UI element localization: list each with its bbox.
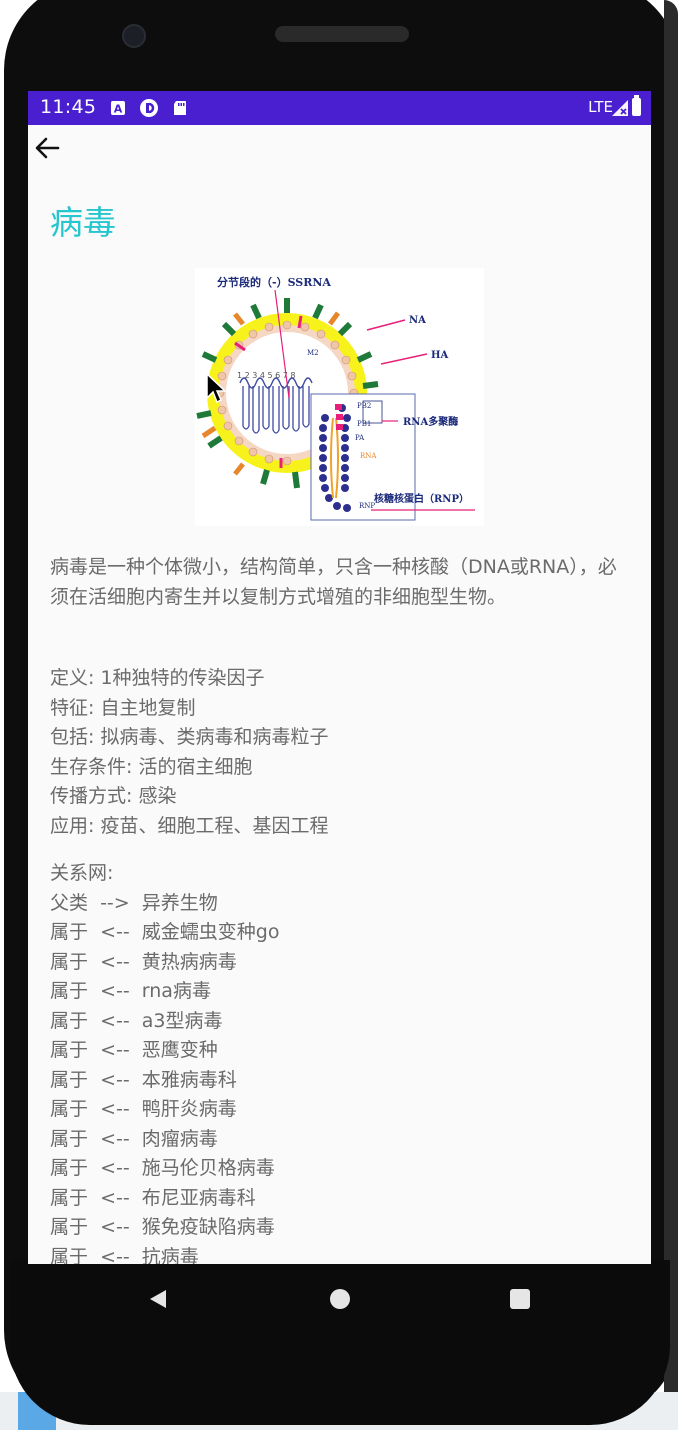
label-pb1: PB1 bbox=[357, 420, 371, 428]
arrow-back-icon bbox=[35, 137, 60, 159]
relation-item[interactable]: 属于 <-- 本雅病毒科 bbox=[50, 1066, 630, 1096]
relation-item[interactable]: 属于 <-- 肉瘤病毒 bbox=[50, 1125, 630, 1155]
virus-structure-diagram: 分节段的（-）SSRNA 1 2 3 4 5 6 7 8 PB2 PB1 PA … bbox=[195, 268, 484, 526]
mouse-pointer-icon bbox=[206, 372, 227, 404]
battery-icon bbox=[632, 95, 641, 116]
label-ha: HA bbox=[431, 350, 448, 361]
attribute-application: 应用: 疫苗、细胞工程、基因工程 bbox=[50, 814, 329, 837]
attribute-includes: 包括: 拟病毒、类病毒和病毒粒子 bbox=[50, 726, 329, 748]
data-saver-icon bbox=[140, 99, 158, 117]
label-rna: RNA bbox=[360, 452, 377, 460]
label-rna-polymerase: RNA多聚酶 bbox=[403, 415, 458, 428]
label-na: NA bbox=[409, 315, 426, 326]
network-type: LTE bbox=[588, 98, 613, 116]
description-text: 病毒是一种个体微小，结构简单，只含一种核酸（DNA或RNA），必须在活细胞内寄生… bbox=[50, 556, 617, 608]
relation-item[interactable]: 属于 <-- 布尼亚病毒科 bbox=[50, 1184, 630, 1214]
label-m2: M2 bbox=[307, 349, 319, 357]
nav-home-icon[interactable] bbox=[330, 1289, 350, 1309]
relation-item[interactable]: 属于 <-- 恶鹰变种 bbox=[50, 1036, 630, 1066]
phone-frame: 11:45 A LTE 病毒 分节段的（-）SSRNA 1 2 3 4 5 6 … bbox=[0, 0, 678, 1430]
relation-item[interactable]: 属于 <-- 猴免疫缺陷病毒 bbox=[50, 1213, 630, 1243]
label-pb2: PB2 bbox=[357, 402, 371, 410]
label-nucleocapsid: 核糖核蛋白（RNP） bbox=[374, 492, 469, 505]
attribute-living-condition: 生存条件: 活的宿主细胞 bbox=[50, 755, 253, 778]
relation-network: 关系网: 父类 --> 异养生物 属于 <-- 威金蠕虫变种go 属于 <-- … bbox=[50, 859, 630, 1264]
nav-back-icon[interactable] bbox=[148, 1288, 168, 1310]
navigation-bar bbox=[28, 1264, 651, 1334]
relation-item[interactable]: 属于 <-- 抗病毒 bbox=[50, 1243, 630, 1265]
app-screen: 11:45 A LTE 病毒 分节段的（-）SSRNA 1 2 3 4 5 6 … bbox=[28, 91, 651, 1264]
attribute-feature: 特征: 自主地复制 bbox=[50, 696, 196, 719]
relation-item[interactable]: 属于 <-- 黄热病病毒 bbox=[50, 948, 630, 978]
signal-icon bbox=[612, 100, 628, 116]
a-notification-icon: A bbox=[111, 101, 125, 116]
description-paragraph: 病毒是一种个体微小，结构简单，只含一种核酸（DNA或RNA），必须在活细胞内寄生… bbox=[50, 553, 630, 612]
attribute-definition: 定义: 1种独特的传染因子 bbox=[50, 667, 265, 689]
relation-item[interactable]: 属于 <-- 鸭肝炎病毒 bbox=[50, 1095, 630, 1125]
sd-card-icon bbox=[174, 101, 186, 115]
device-side-edge bbox=[664, 0, 678, 1430]
nav-recents-icon[interactable] bbox=[510, 1289, 530, 1309]
page-title: 病毒 bbox=[50, 203, 116, 242]
attribute-transmission: 传播方式: 感染 bbox=[50, 785, 177, 807]
relations-heading: 关系网: bbox=[50, 862, 114, 884]
front-camera bbox=[122, 24, 146, 48]
relation-item[interactable]: 属于 <-- rna病毒 bbox=[50, 977, 630, 1007]
relation-item[interactable]: 属于 <-- 施马伦贝格病毒 bbox=[50, 1154, 630, 1184]
label-pa: PA bbox=[355, 434, 365, 442]
relation-item[interactable]: 属于 <-- 威金蠕虫变种go bbox=[50, 918, 630, 948]
back-button[interactable] bbox=[32, 133, 62, 163]
relation-item[interactable]: 属于 <-- a3型病毒 bbox=[50, 1007, 630, 1037]
attribute-list: 定义: 1种独特的传染因子 特征: 自主地复制 包括: 拟病毒、类病毒和病毒粒子… bbox=[50, 664, 630, 841]
label-rnp: RNP bbox=[359, 502, 375, 510]
label-segmented-rna: 分节段的（-）SSRNA bbox=[217, 275, 331, 289]
earpiece-speaker bbox=[275, 26, 409, 42]
relation-item[interactable]: 父类 --> 异养生物 bbox=[50, 889, 630, 919]
status-bar: 11:45 A LTE bbox=[28, 91, 651, 125]
status-time: 11:45 bbox=[40, 96, 97, 118]
svg-text:A: A bbox=[114, 103, 123, 116]
